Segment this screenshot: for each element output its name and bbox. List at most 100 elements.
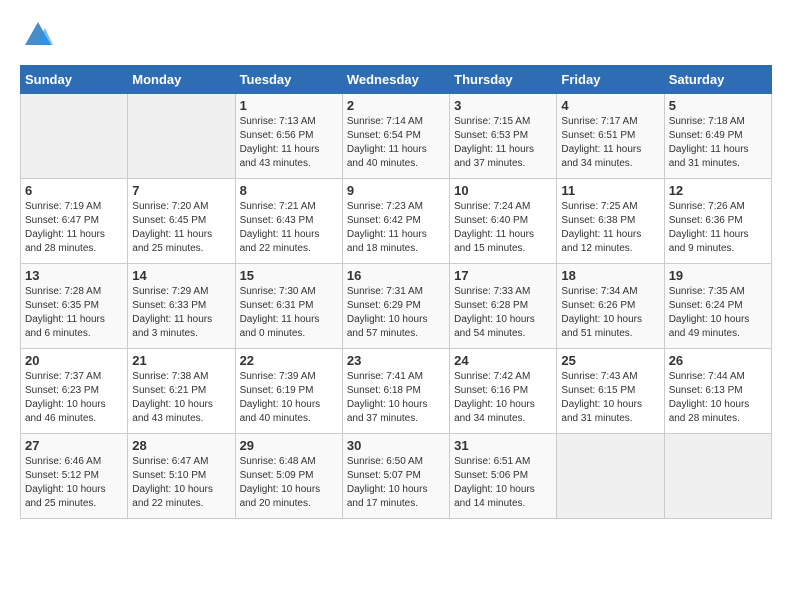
day-header-monday: Monday <box>128 66 235 94</box>
calendar-cell: 18 Sunrise: 7:34 AM Sunset: 6:26 PM Dayli… <box>557 264 664 349</box>
calendar-cell: 8Sunrise: 7:21 AM Sunset: 6:43 PM Daylig… <box>235 179 342 264</box>
calendar-cell: 24 Sunrise: 7:42 AM Sunset: 6:16 PM Dayli… <box>450 349 557 434</box>
calendar-week-4: 20Sunrise: 7:37 AM Sunset: 6:23 PM Dayli… <box>21 349 772 434</box>
day-info: Sunrise: 7:19 AM Sunset: 6:47 PM Dayligh… <box>25 200 123 256</box>
day-header-saturday: Saturday <box>664 66 771 94</box>
calendar-week-3: 13 Sunrise: 7:28 AM Sunset: 6:35 PM Dayli… <box>21 264 772 349</box>
day-number: 14 <box>132 268 230 283</box>
day-header-wednesday: Wednesday <box>342 66 449 94</box>
day-number: 31 <box>454 438 552 453</box>
day-number: 11 <box>561 183 659 198</box>
day-info: Sunrise: 7:41 AM Sunset: 6:18 PM Dayligh… <box>347 370 445 426</box>
calendar-cell: 23 Sunrise: 7:41 AM Sunset: 6:18 PM Dayli… <box>342 349 449 434</box>
calendar-cell: 9 Sunrise: 7:23 AM Sunset: 6:42 PM Daylig… <box>342 179 449 264</box>
day-number: 3 <box>454 98 552 113</box>
day-header-thursday: Thursday <box>450 66 557 94</box>
calendar-header-row: SundayMondayTuesdayWednesdayThursdayFrid… <box>21 66 772 94</box>
day-info: Sunrise: 7:37 AM Sunset: 6:23 PM Dayligh… <box>25 370 123 426</box>
day-info: Sunrise: 7:18 AM Sunset: 6:49 PM Dayligh… <box>669 115 767 171</box>
day-info: Sunrise: 7:23 AM Sunset: 6:42 PM Dayligh… <box>347 200 445 256</box>
day-info: Sunrise: 7:42 AM Sunset: 6:16 PM Dayligh… <box>454 370 552 426</box>
day-number: 26 <box>669 353 767 368</box>
day-number: 12 <box>669 183 767 198</box>
day-info: Sunrise: 7:30 AM Sunset: 6:31 PM Dayligh… <box>240 285 338 341</box>
calendar-cell: 31 Sunrise: 6:51 AM Sunset: 5:06 PM Dayli… <box>450 434 557 519</box>
day-number: 30 <box>347 438 445 453</box>
calendar-cell: 27 Sunrise: 6:46 AM Sunset: 5:12 PM Dayli… <box>21 434 128 519</box>
day-number: 18 <box>561 268 659 283</box>
day-number: 16 <box>347 268 445 283</box>
day-info: Sunrise: 7:21 AM Sunset: 6:43 PM Dayligh… <box>240 200 338 256</box>
page-header <box>20 20 772 55</box>
calendar-cell: 12 Sunrise: 7:26 AM Sunset: 6:36 PM Dayli… <box>664 179 771 264</box>
calendar-cell: 25 Sunrise: 7:43 AM Sunset: 6:15 PM Dayli… <box>557 349 664 434</box>
calendar-week-5: 27 Sunrise: 6:46 AM Sunset: 5:12 PM Dayli… <box>21 434 772 519</box>
day-number: 28 <box>132 438 230 453</box>
day-info: Sunrise: 6:48 AM Sunset: 5:09 PM Dayligh… <box>240 455 338 511</box>
calendar-cell: 16 Sunrise: 7:31 AM Sunset: 6:29 PM Dayli… <box>342 264 449 349</box>
day-info: Sunrise: 6:50 AM Sunset: 5:07 PM Dayligh… <box>347 455 445 511</box>
day-number: 2 <box>347 98 445 113</box>
day-number: 15 <box>240 268 338 283</box>
calendar-cell: 7Sunrise: 7:20 AM Sunset: 6:45 PM Daylig… <box>128 179 235 264</box>
day-info: Sunrise: 6:46 AM Sunset: 5:12 PM Dayligh… <box>25 455 123 511</box>
day-number: 6 <box>25 183 123 198</box>
calendar-cell <box>664 434 771 519</box>
day-info: Sunrise: 6:47 AM Sunset: 5:10 PM Dayligh… <box>132 455 230 511</box>
day-info: Sunrise: 7:14 AM Sunset: 6:54 PM Dayligh… <box>347 115 445 171</box>
calendar-cell: 13 Sunrise: 7:28 AM Sunset: 6:35 PM Dayli… <box>21 264 128 349</box>
day-info: Sunrise: 7:17 AM Sunset: 6:51 PM Dayligh… <box>561 115 659 171</box>
day-number: 24 <box>454 353 552 368</box>
day-number: 27 <box>25 438 123 453</box>
day-info: Sunrise: 7:25 AM Sunset: 6:38 PM Dayligh… <box>561 200 659 256</box>
calendar-cell: 2 Sunrise: 7:14 AM Sunset: 6:54 PM Daylig… <box>342 94 449 179</box>
day-number: 21 <box>132 353 230 368</box>
day-info: Sunrise: 7:29 AM Sunset: 6:33 PM Dayligh… <box>132 285 230 341</box>
day-info: Sunrise: 7:26 AM Sunset: 6:36 PM Dayligh… <box>669 200 767 256</box>
day-number: 23 <box>347 353 445 368</box>
calendar-cell: 4 Sunrise: 7:17 AM Sunset: 6:51 PM Daylig… <box>557 94 664 179</box>
day-info: Sunrise: 7:35 AM Sunset: 6:24 PM Dayligh… <box>669 285 767 341</box>
calendar-week-2: 6 Sunrise: 7:19 AM Sunset: 6:47 PM Daylig… <box>21 179 772 264</box>
calendar-cell: 19 Sunrise: 7:35 AM Sunset: 6:24 PM Dayli… <box>664 264 771 349</box>
day-info: Sunrise: 7:44 AM Sunset: 6:13 PM Dayligh… <box>669 370 767 426</box>
calendar-cell <box>128 94 235 179</box>
calendar-cell: 11 Sunrise: 7:25 AM Sunset: 6:38 PM Dayli… <box>557 179 664 264</box>
calendar-cell: 28 Sunrise: 6:47 AM Sunset: 5:10 PM Dayli… <box>128 434 235 519</box>
day-info: Sunrise: 7:31 AM Sunset: 6:29 PM Dayligh… <box>347 285 445 341</box>
calendar-cell: 1Sunrise: 7:13 AM Sunset: 6:56 PM Daylig… <box>235 94 342 179</box>
calendar-cell: 3 Sunrise: 7:15 AM Sunset: 6:53 PM Daylig… <box>450 94 557 179</box>
calendar-cell: 15 Sunrise: 7:30 AM Sunset: 6:31 PM Dayli… <box>235 264 342 349</box>
day-info: Sunrise: 7:24 AM Sunset: 6:40 PM Dayligh… <box>454 200 552 256</box>
day-number: 5 <box>669 98 767 113</box>
day-info: Sunrise: 7:20 AM Sunset: 6:45 PM Dayligh… <box>132 200 230 256</box>
day-number: 10 <box>454 183 552 198</box>
day-info: Sunrise: 7:39 AM Sunset: 6:19 PM Dayligh… <box>240 370 338 426</box>
calendar-cell: 20Sunrise: 7:37 AM Sunset: 6:23 PM Dayli… <box>21 349 128 434</box>
day-info: Sunrise: 7:38 AM Sunset: 6:21 PM Dayligh… <box>132 370 230 426</box>
calendar-cell: 6 Sunrise: 7:19 AM Sunset: 6:47 PM Daylig… <box>21 179 128 264</box>
day-number: 25 <box>561 353 659 368</box>
day-header-sunday: Sunday <box>21 66 128 94</box>
calendar-cell <box>557 434 664 519</box>
day-info: Sunrise: 7:13 AM Sunset: 6:56 PM Dayligh… <box>240 115 338 171</box>
calendar-cell: 29 Sunrise: 6:48 AM Sunset: 5:09 PM Dayli… <box>235 434 342 519</box>
day-number: 17 <box>454 268 552 283</box>
day-header-tuesday: Tuesday <box>235 66 342 94</box>
day-number: 29 <box>240 438 338 453</box>
calendar-table: SundayMondayTuesdayWednesdayThursdayFrid… <box>20 65 772 519</box>
calendar-cell: 5 Sunrise: 7:18 AM Sunset: 6:49 PM Daylig… <box>664 94 771 179</box>
calendar-cell: 17Sunrise: 7:33 AM Sunset: 6:28 PM Dayli… <box>450 264 557 349</box>
day-info: Sunrise: 7:15 AM Sunset: 6:53 PM Dayligh… <box>454 115 552 171</box>
day-number: 4 <box>561 98 659 113</box>
day-info: Sunrise: 7:28 AM Sunset: 6:35 PM Dayligh… <box>25 285 123 341</box>
day-number: 19 <box>669 268 767 283</box>
calendar-cell: 10 Sunrise: 7:24 AM Sunset: 6:40 PM Dayli… <box>450 179 557 264</box>
day-info: Sunrise: 7:43 AM Sunset: 6:15 PM Dayligh… <box>561 370 659 426</box>
day-number: 13 <box>25 268 123 283</box>
calendar-week-1: 1Sunrise: 7:13 AM Sunset: 6:56 PM Daylig… <box>21 94 772 179</box>
day-info: Sunrise: 7:34 AM Sunset: 6:26 PM Dayligh… <box>561 285 659 341</box>
day-info: Sunrise: 6:51 AM Sunset: 5:06 PM Dayligh… <box>454 455 552 511</box>
calendar-cell: 14 Sunrise: 7:29 AM Sunset: 6:33 PM Dayli… <box>128 264 235 349</box>
day-number: 9 <box>347 183 445 198</box>
